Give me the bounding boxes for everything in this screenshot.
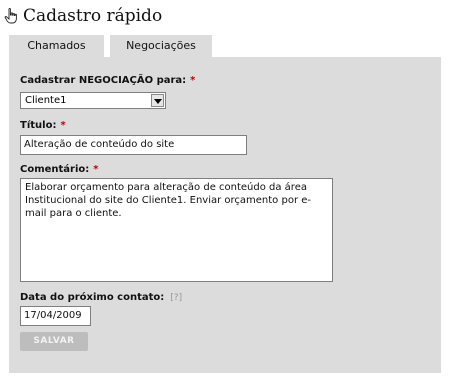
tab-negociacoes[interactable]: Negociações — [110, 35, 212, 57]
titulo-label: Título: * — [20, 120, 66, 131]
cliente-label: Cadastrar NEGOCIAÇÃO para: * — [20, 75, 195, 86]
save-button[interactable]: SALVAR — [20, 332, 88, 351]
required-marker: * — [93, 164, 99, 175]
data-label: Data do próximo contato: [?] — [20, 292, 182, 303]
tab-bar: Chamados Negociações — [9, 35, 218, 57]
comentario-label-text: Comentário: — [20, 164, 90, 175]
comentario-textarea[interactable]: Elaborar orçamento para alteração de con… — [20, 178, 333, 282]
titulo-input[interactable]: Alteração de conteúdo do site — [20, 135, 247, 155]
page-header: Cadastro rápido — [4, 4, 162, 28]
cliente-label-text: Cadastrar NEGOCIAÇÃO para: — [20, 75, 187, 86]
data-input[interactable]: 17/04/2009 — [20, 306, 91, 326]
titulo-label-text: Título: — [20, 120, 57, 131]
comentario-label: Comentário: * — [20, 164, 99, 175]
page-title: Cadastro rápido — [23, 6, 163, 26]
cliente-select[interactable]: Cliente1 — [20, 92, 166, 109]
tab-chamados[interactable]: Chamados — [9, 35, 104, 57]
required-marker: * — [190, 75, 196, 86]
data-label-text: Data do próximo contato: — [20, 292, 165, 303]
dropdown-arrow-icon[interactable] — [151, 94, 164, 107]
cliente-select-value: Cliente1 — [25, 95, 67, 106]
help-link[interactable]: [?] — [170, 293, 182, 303]
hand-pointer-icon — [4, 8, 17, 24]
required-marker: * — [60, 120, 66, 131]
